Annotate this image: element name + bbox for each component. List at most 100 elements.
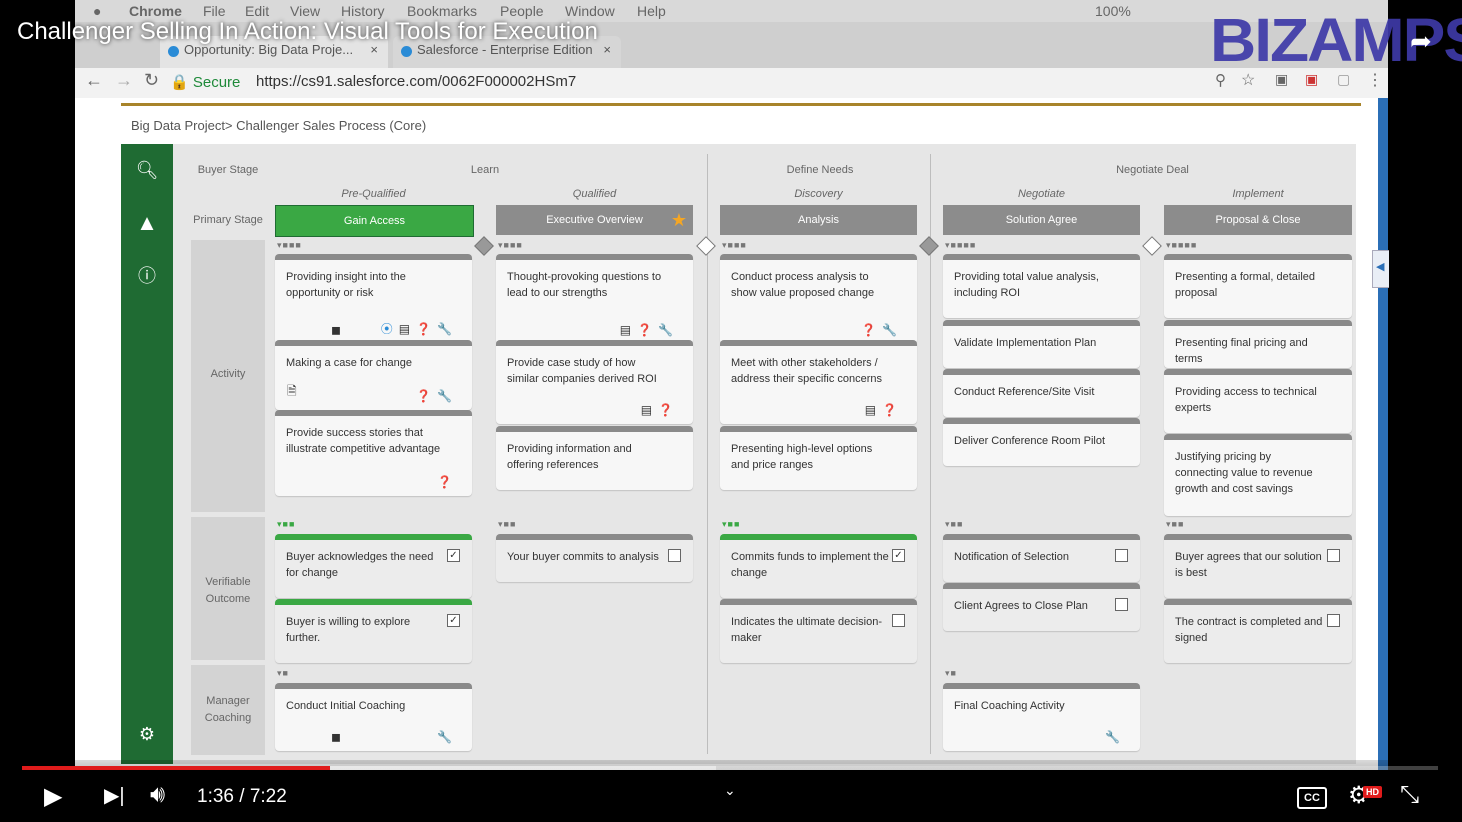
outcome-card[interactable]: Indicates the ultimate decision-maker (720, 599, 917, 663)
activity-card[interactable]: Meet with other stakeholders / address t… (720, 340, 917, 424)
activity-card[interactable]: Validate Implementation Plan (943, 320, 1140, 368)
activity-card[interactable]: Presenting final pricing and terms (1164, 320, 1352, 368)
help-icon[interactable]: ❓ (882, 403, 897, 417)
close-tab-icon[interactable]: × (603, 42, 611, 57)
help-icon[interactable]: ❓ (416, 389, 431, 403)
clipboard-icon[interactable]: ▤ (865, 403, 876, 417)
wrench-icon[interactable]: 🔧 (882, 323, 897, 337)
outcome-card[interactable]: Buyer agrees that our solution is best (1164, 534, 1352, 598)
unchecked-checkbox[interactable] (1327, 614, 1340, 627)
stage-button[interactable]: Gain Access (275, 205, 474, 237)
help-icon[interactable]: ❓ (861, 323, 876, 337)
reload-icon[interactable]: ↻ (144, 70, 159, 91)
menu-window[interactable]: Window (565, 3, 615, 19)
checked-checkbox[interactable]: ✓ (447, 614, 460, 627)
document-icon[interactable]: 🗎 (287, 382, 297, 403)
activity-card[interactable]: Providing access to technical experts (1164, 369, 1352, 433)
help-icon[interactable]: ❓ (416, 322, 431, 336)
captions-button[interactable]: CC (1297, 787, 1327, 809)
share-icon[interactable]: ➦ (1410, 26, 1432, 57)
stage-button[interactable]: Solution Agree (943, 205, 1140, 235)
menu-file[interactable]: File (203, 3, 226, 19)
checked-checkbox[interactable]: ✓ (447, 549, 460, 562)
activity-card[interactable]: Justifying pricing by connecting value t… (1164, 434, 1352, 516)
help-icon[interactable]: ⓘ (121, 262, 173, 288)
activity-card[interactable]: Presenting high-level options and price … (720, 426, 917, 490)
unchecked-checkbox[interactable] (892, 614, 905, 627)
video-icon[interactable]: ◼ (331, 730, 341, 744)
wrench-icon[interactable]: 🔧 (1105, 730, 1120, 744)
outcome-flags: ▾■■ (722, 519, 741, 529)
menu-help[interactable]: Help (637, 3, 666, 19)
checked-checkbox[interactable]: ✓ (892, 549, 905, 562)
search-icon[interactable]: 🔍︎ (121, 160, 173, 181)
url-text[interactable]: https://cs91.salesforce.com/0062F000002H… (256, 73, 576, 90)
menu-edit[interactable]: Edit (245, 3, 269, 19)
address-bar[interactable]: 🔒 Secure https://cs91.salesforce.com/006… (170, 71, 1380, 93)
unchecked-checkbox[interactable] (1115, 598, 1128, 611)
activity-card[interactable]: Deliver Conference Room Pilot (943, 418, 1140, 466)
outcome-card[interactable]: Client Agrees to Close Plan (943, 583, 1140, 631)
wrench-icon[interactable]: 🔧 (658, 323, 673, 337)
activity-text: Presenting final pricing and terms (1175, 337, 1308, 365)
activity-card[interactable]: Providing total value analysis, includin… (943, 254, 1140, 318)
outcome-card[interactable]: Buyer acknowledges the need for change ✓ (275, 534, 472, 598)
activity-text: Meet with other stakeholders / address t… (731, 357, 883, 385)
menu-chrome[interactable]: Chrome (129, 3, 182, 19)
stage-button[interactable]: Executive Overview ★ (496, 205, 693, 235)
unchecked-checkbox[interactable] (1115, 549, 1128, 562)
outcome-card[interactable]: Buyer is willing to explore further. ✓ (275, 599, 472, 663)
triangle-up-icon[interactable]: ▲ (121, 210, 173, 236)
row-divider (191, 512, 265, 517)
outcome-card[interactable]: Commits funds to implement the change ✓ (720, 534, 917, 598)
help-icon[interactable]: ❓ (637, 323, 652, 337)
target-icon[interactable]: ⦿ (381, 322, 393, 336)
activity-card[interactable]: Making a case for change ❓ 🔧 🗎 (275, 340, 472, 410)
activity-card[interactable]: Thought-provoking questions to lead to o… (496, 254, 693, 344)
stage-button[interactable]: Analysis (720, 205, 917, 235)
video-icon[interactable]: ◼ (331, 323, 341, 337)
help-icon[interactable]: ❓ (658, 403, 673, 417)
gear-icon[interactable]: ⚙ (121, 724, 173, 745)
clipboard-icon[interactable]: ▤ (399, 322, 410, 336)
menu-history[interactable]: History (341, 3, 385, 19)
activity-card[interactable]: Conduct Reference/Site Visit (943, 369, 1140, 417)
clipboard-icon[interactable]: ▤ (620, 323, 631, 337)
play-icon[interactable]: ▶ (44, 782, 62, 811)
help-icon[interactable]: ❓ (437, 475, 452, 489)
outcome-card[interactable]: Your buyer commits to analysis (496, 534, 693, 582)
coaching-card[interactable]: Conduct Initial Coaching 🔧 ◼ (275, 683, 472, 751)
unchecked-checkbox[interactable] (1327, 549, 1340, 562)
unchecked-checkbox[interactable] (668, 549, 681, 562)
menu-view[interactable]: View (290, 3, 320, 19)
wrench-icon[interactable]: 🔧 (437, 322, 452, 336)
back-arrow-icon[interactable]: ← (85, 70, 103, 91)
activity-card[interactable]: Provide success stories that illustrate … (275, 410, 472, 496)
chevron-down-icon[interactable]: ⌄ (724, 782, 736, 799)
wrench-icon[interactable]: 🔧 (437, 389, 452, 403)
coaching-card[interactable]: Final Coaching Activity 🔧 (943, 683, 1140, 751)
outcome-card[interactable]: The contract is completed and signed (1164, 599, 1352, 663)
outcome-text: The contract is completed and signed (1175, 616, 1323, 644)
activity-card[interactable]: Providing information and offering refer… (496, 426, 693, 490)
video-title[interactable]: Challenger Selling In Action: Visual Too… (17, 18, 598, 46)
activity-card[interactable]: Presenting a formal, detailed proposal (1164, 254, 1352, 318)
clipboard-icon[interactable]: ▤ (641, 403, 652, 417)
activity-card[interactable]: Providing insight into the opportunity o… (275, 254, 472, 344)
menu-people[interactable]: People (500, 3, 544, 19)
forward-arrow-icon[interactable]: → (115, 70, 133, 91)
breadcrumb[interactable]: Big Data Project> Challenger Sales Proce… (131, 118, 426, 133)
star-icon[interactable]: ★ (671, 205, 687, 235)
activity-card[interactable]: Provide case study of how similar compan… (496, 340, 693, 424)
volume-icon[interactable]: 🔊︎ (150, 781, 165, 809)
next-icon[interactable]: ▶| (104, 783, 125, 808)
stage-button[interactable]: Proposal & Close (1164, 205, 1352, 235)
wrench-icon[interactable]: 🔧 (437, 730, 452, 744)
menu-bookmarks[interactable]: Bookmarks (407, 3, 477, 19)
outcome-card[interactable]: Notification of Selection (943, 534, 1140, 582)
collapse-panel-button[interactable]: ◀ (1372, 250, 1389, 288)
exit-fullscreen-icon[interactable]: ⤡ (1400, 781, 1419, 809)
stage-button-label: Executive Overview (546, 214, 643, 226)
activity-card[interactable]: Conduct process analysis to show value p… (720, 254, 917, 344)
outcome-text: Buyer is willing to explore further. (286, 616, 411, 644)
